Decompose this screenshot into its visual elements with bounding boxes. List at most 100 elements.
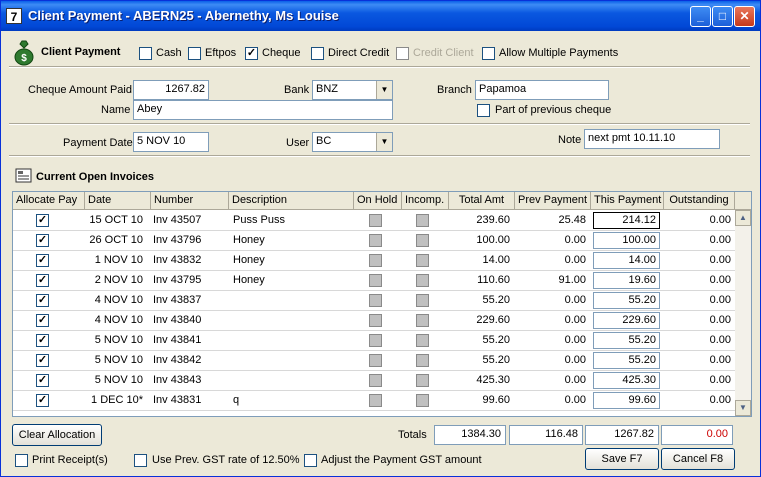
vertical-scrollbar[interactable]: ▲ ▼ bbox=[735, 210, 751, 416]
table-row[interactable]: ✓ 5 NOV 10 Inv 43842 55.20 0.00 55.20 0.00 bbox=[13, 351, 735, 371]
total-amount: 55.20 bbox=[482, 294, 510, 306]
chevron-down-icon[interactable]: ▼ bbox=[376, 81, 392, 99]
incomplete-checkbox[interactable] bbox=[416, 234, 429, 247]
cheque-amount-field[interactable]: 1267.82 bbox=[133, 80, 209, 100]
use-prev-gst-label: Use Prev. GST rate of 12.50% bbox=[152, 454, 300, 466]
this-payment-field[interactable]: 19.60 bbox=[593, 272, 660, 289]
this-payment-field[interactable]: 99.60 bbox=[593, 392, 660, 409]
allocate-pay-checkbox[interactable]: ✓ bbox=[36, 374, 49, 387]
incomplete-checkbox[interactable] bbox=[416, 254, 429, 267]
table-row[interactable]: ✓ 26 OCT 10 Inv 43796 Honey 100.00 0.00 100.00… bbox=[13, 231, 735, 251]
on-hold-checkbox[interactable] bbox=[369, 254, 382, 267]
use-prev-gst-checkbox[interactable] bbox=[134, 454, 147, 467]
on-hold-checkbox[interactable] bbox=[369, 314, 382, 327]
incomplete-checkbox[interactable] bbox=[416, 334, 429, 347]
incomplete-checkbox[interactable] bbox=[416, 294, 429, 307]
table-row[interactable]: ✓ 1 DEC 10* Inv 43831 q 99.60 0.00 99.60 0.00 bbox=[13, 391, 735, 411]
column-header[interactable]: Incomp. bbox=[402, 192, 449, 210]
incomplete-checkbox[interactable] bbox=[416, 354, 429, 367]
invoice-number: Inv 43841 bbox=[153, 334, 202, 346]
app-icon: 7 bbox=[6, 8, 22, 24]
allocate-pay-checkbox[interactable]: ✓ bbox=[36, 394, 49, 407]
column-header[interactable]: Outstanding bbox=[664, 192, 735, 210]
outstanding-total: 0.00 bbox=[661, 425, 733, 445]
note-field[interactable]: next pmt 10.11.10 bbox=[584, 129, 720, 149]
table-row[interactable]: ✓ 1 NOV 10 Inv 43832 Honey 14.00 0.00 14.00 0.0… bbox=[13, 251, 735, 271]
allocate-pay-checkbox[interactable]: ✓ bbox=[36, 334, 49, 347]
table-row[interactable]: ✓ 4 NOV 10 Inv 43840 229.60 0.00 229.60 0.00 bbox=[13, 311, 735, 331]
allocate-pay-checkbox[interactable]: ✓ bbox=[36, 294, 49, 307]
total-amount: 229.60 bbox=[476, 314, 510, 326]
allow-multiple-payments-checkbox[interactable] bbox=[482, 47, 495, 60]
allocate-pay-checkbox[interactable]: ✓ bbox=[36, 354, 49, 367]
table-row[interactable]: ✓ 5 NOV 10 Inv 43843 425.30 0.00 425.30 0.00 bbox=[13, 371, 735, 391]
this-payment-field[interactable]: 55.20 bbox=[593, 292, 660, 309]
cancel-button[interactable]: Cancel F8 bbox=[661, 448, 735, 470]
on-hold-checkbox[interactable] bbox=[369, 374, 382, 387]
branch-field[interactable]: Papamoa bbox=[475, 80, 609, 100]
column-header[interactable]: Allocate Pay bbox=[13, 192, 85, 210]
column-header[interactable]: Description bbox=[229, 192, 354, 210]
part-prev-cheque-checkbox[interactable] bbox=[477, 104, 490, 117]
incomplete-checkbox[interactable] bbox=[416, 314, 429, 327]
invoice-number: Inv 43842 bbox=[153, 354, 202, 366]
column-header[interactable]: Date bbox=[85, 192, 151, 210]
table-row[interactable]: ✓ 15 OCT 10 Inv 43507 Puss Puss 239.60 25.48 2… bbox=[13, 211, 735, 231]
this-payment-field[interactable]: 14.00 bbox=[593, 252, 660, 269]
save-button[interactable]: Save F7 bbox=[585, 448, 659, 470]
print-receipts-checkbox[interactable] bbox=[15, 454, 28, 467]
column-header[interactable]: Number bbox=[151, 192, 229, 210]
user-select[interactable]: BC ▼ bbox=[312, 132, 393, 152]
table-row[interactable]: ✓ 4 NOV 10 Inv 43837 55.20 0.00 55.20 0.00 bbox=[13, 291, 735, 311]
this-payment-field[interactable]: 425.30 bbox=[593, 372, 660, 389]
title-bar[interactable]: 7 Client Payment - ABERN25 - Abernethy, … bbox=[1, 1, 760, 31]
incomplete-checkbox[interactable] bbox=[416, 214, 429, 227]
table-row[interactable]: ✓ 5 NOV 10 Inv 43841 55.20 0.00 55.20 0.00 bbox=[13, 331, 735, 351]
minimize-button[interactable]: _ bbox=[690, 6, 711, 27]
name-field[interactable]: Abey bbox=[133, 100, 393, 120]
bank-select[interactable]: BNZ ▼ bbox=[312, 80, 393, 100]
invoice-number: Inv 43507 bbox=[153, 214, 202, 226]
payment-date-field[interactable]: 5 NOV 10 bbox=[133, 132, 209, 152]
allocate-pay-checkbox[interactable]: ✓ bbox=[36, 274, 49, 287]
clear-allocation-button[interactable]: Clear Allocation bbox=[12, 424, 102, 446]
column-header[interactable]: This Payment bbox=[591, 192, 664, 210]
on-hold-checkbox[interactable] bbox=[369, 354, 382, 367]
this-payment-field[interactable]: 214.12 bbox=[593, 212, 660, 229]
on-hold-checkbox[interactable] bbox=[369, 274, 382, 287]
on-hold-checkbox[interactable] bbox=[369, 334, 382, 347]
on-hold-checkbox[interactable] bbox=[369, 234, 382, 247]
on-hold-checkbox[interactable] bbox=[369, 214, 382, 227]
cash-checkbox[interactable] bbox=[139, 47, 152, 60]
incomplete-checkbox[interactable] bbox=[416, 394, 429, 407]
chevron-down-icon[interactable]: ▼ bbox=[376, 133, 392, 151]
scroll-up-icon[interactable]: ▲ bbox=[735, 210, 751, 226]
cheque-checkbox[interactable]: ✓ bbox=[245, 47, 258, 60]
incomplete-checkbox[interactable] bbox=[416, 374, 429, 387]
invoices-title: Current Open Invoices bbox=[36, 171, 154, 183]
allocate-pay-checkbox[interactable]: ✓ bbox=[36, 314, 49, 327]
close-button[interactable]: ✕ bbox=[734, 6, 755, 27]
invoice-number: Inv 43796 bbox=[153, 234, 202, 246]
allocate-pay-checkbox[interactable]: ✓ bbox=[36, 234, 49, 247]
on-hold-checkbox[interactable] bbox=[369, 394, 382, 407]
column-header[interactable]: Prev Payment bbox=[515, 192, 591, 210]
money-bag-icon: $ bbox=[14, 40, 34, 66]
this-payment-field[interactable]: 100.00 bbox=[593, 232, 660, 249]
scroll-down-icon[interactable]: ▼ bbox=[735, 400, 751, 416]
direct-credit-checkbox[interactable] bbox=[311, 47, 324, 60]
column-header[interactable]: Total Amt bbox=[449, 192, 515, 210]
this-payment-field[interactable]: 55.20 bbox=[593, 332, 660, 349]
allocate-pay-checkbox[interactable]: ✓ bbox=[36, 214, 49, 227]
adjust-gst-checkbox[interactable] bbox=[304, 454, 317, 467]
svg-text:$: $ bbox=[21, 53, 27, 64]
maximize-button[interactable]: □ bbox=[712, 6, 733, 27]
incomplete-checkbox[interactable] bbox=[416, 274, 429, 287]
eftpos-checkbox[interactable] bbox=[188, 47, 201, 60]
on-hold-checkbox[interactable] bbox=[369, 294, 382, 307]
allocate-pay-checkbox[interactable]: ✓ bbox=[36, 254, 49, 267]
this-payment-field[interactable]: 55.20 bbox=[593, 352, 660, 369]
table-row[interactable]: ✓ 2 NOV 10 Inv 43795 Honey 110.60 91.00 19.60 0… bbox=[13, 271, 735, 291]
this-payment-field[interactable]: 229.60 bbox=[593, 312, 660, 329]
column-header[interactable]: On Hold bbox=[354, 192, 402, 210]
